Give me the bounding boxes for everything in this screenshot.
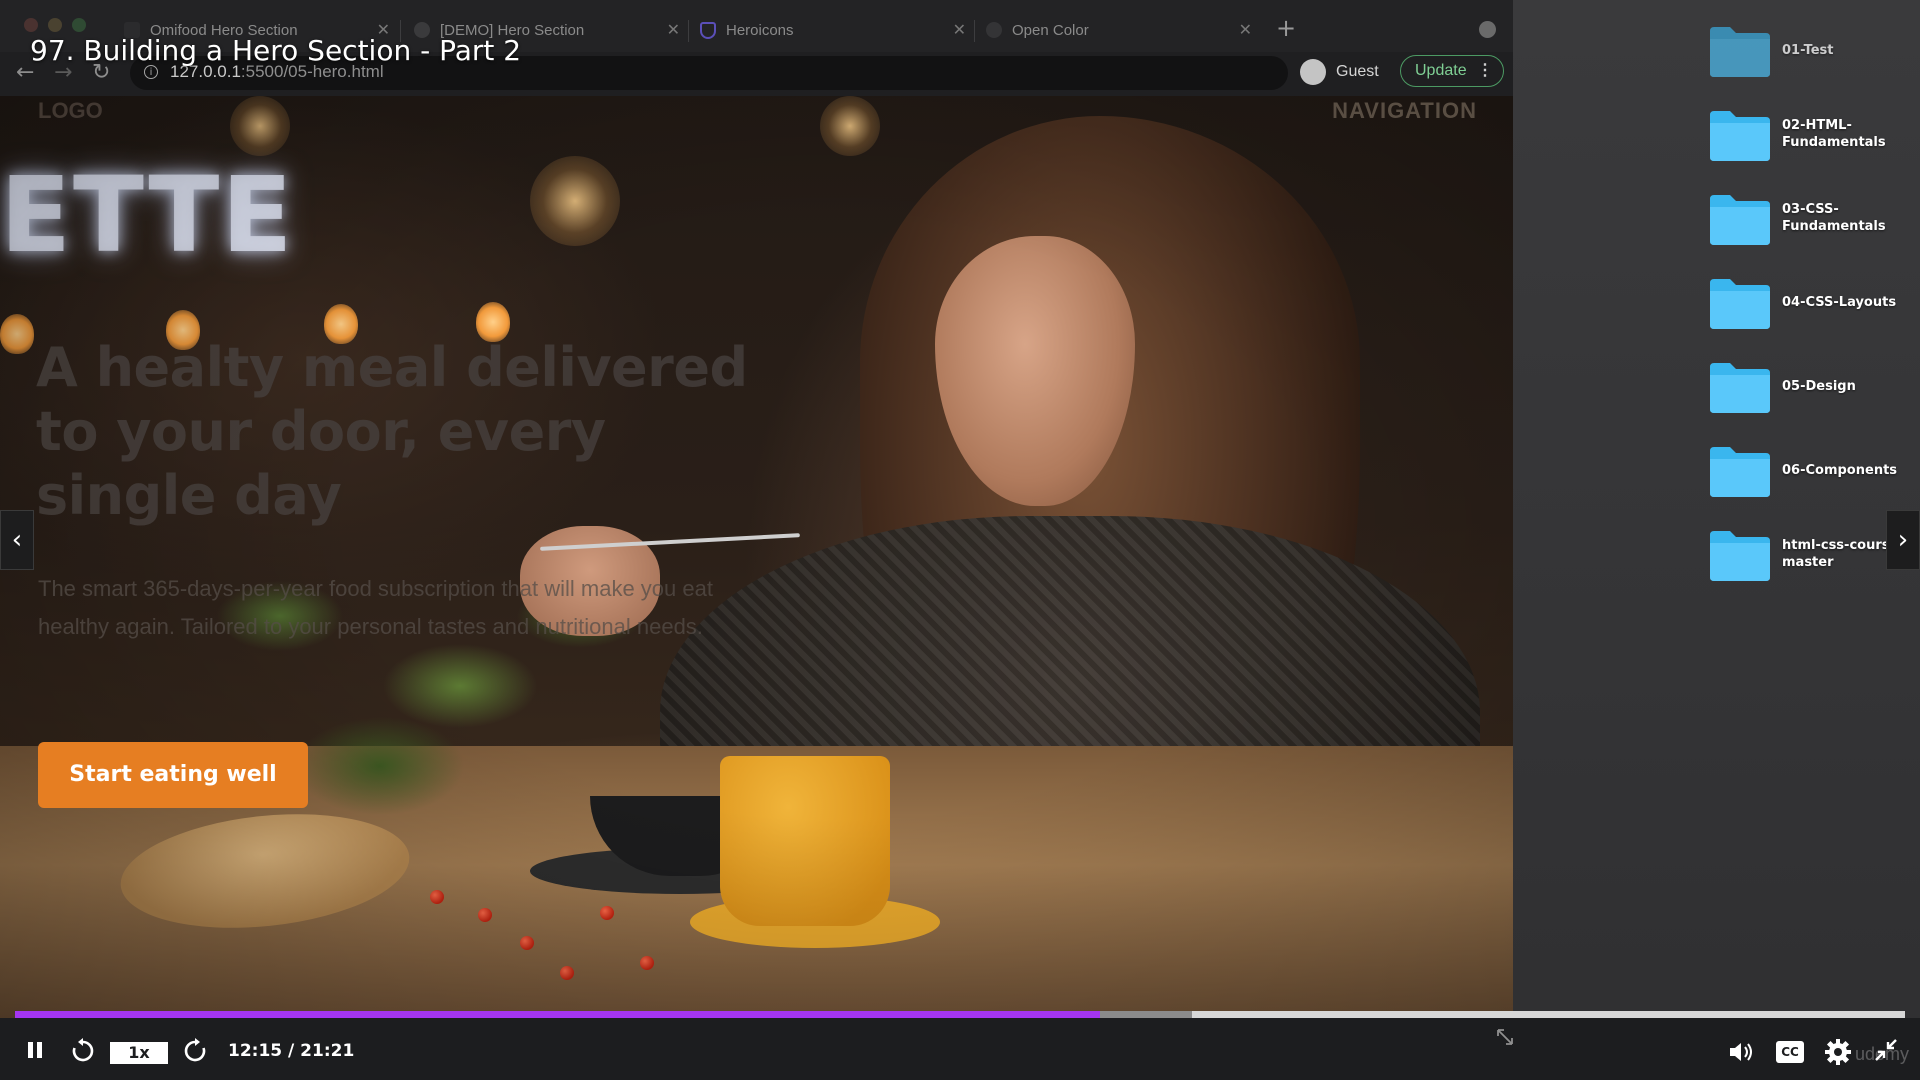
next-lecture-button[interactable]: › bbox=[1886, 510, 1920, 570]
folder-06-components[interactable]: 06-Components bbox=[1708, 440, 1920, 500]
folder-label: 05-Design bbox=[1782, 378, 1856, 394]
hero-description: The smart 365-days-per-year food subscri… bbox=[38, 576, 713, 639]
rewind-icon[interactable] bbox=[70, 1038, 96, 1064]
folder-icon bbox=[1710, 279, 1770, 329]
video-progress-bar[interactable] bbox=[15, 1011, 1905, 1018]
folder-icon bbox=[1710, 363, 1770, 413]
folder-label: 06-Components bbox=[1782, 462, 1898, 478]
folder-icon bbox=[1710, 531, 1770, 581]
chevron-right-icon: › bbox=[1897, 525, 1909, 555]
folder-label: 04-CSS-Layouts bbox=[1782, 294, 1897, 310]
folder-05-design[interactable]: 05-Design bbox=[1708, 356, 1920, 416]
folder-02-html-fundamentals[interactable]: 02-HTML-Fundamentals bbox=[1708, 104, 1920, 164]
pause-icon bbox=[28, 1042, 33, 1058]
folder-icon bbox=[1710, 27, 1770, 77]
tab-open-color[interactable]: Open Color ✕ bbox=[986, 12, 1252, 48]
tab-label: Open Color bbox=[1012, 21, 1089, 39]
previous-lecture-button[interactable]: ‹ bbox=[0, 510, 34, 570]
exit-fullscreen-icon[interactable] bbox=[1874, 1038, 1898, 1062]
heroicons-shield-icon bbox=[700, 21, 716, 39]
tab-search-icon[interactable] bbox=[1479, 21, 1496, 38]
tab-separator bbox=[688, 20, 689, 42]
tab-separator bbox=[974, 20, 975, 42]
close-tab-icon[interactable]: ✕ bbox=[953, 20, 966, 40]
folder-01-test[interactable]: 01-Test bbox=[1708, 20, 1920, 80]
site-info-icon[interactable]: i bbox=[144, 65, 158, 79]
minimize-window-icon[interactable] bbox=[48, 18, 62, 32]
page-logo[interactable]: LOGO bbox=[38, 98, 103, 124]
tab-label: Heroicons bbox=[726, 21, 794, 39]
time-display: 12:15 / 21:21 bbox=[228, 1041, 355, 1061]
folder-04-css-layouts[interactable]: 04-CSS-Layouts bbox=[1708, 272, 1920, 332]
page-navigation[interactable]: NAVIGATION bbox=[1332, 98, 1477, 124]
tab-heroicons[interactable]: Heroicons ✕ bbox=[700, 12, 966, 48]
start-eating-well-button[interactable]: Start eating well bbox=[38, 742, 308, 808]
update-button[interactable]: Update ⋮ bbox=[1400, 55, 1504, 87]
hero-section: ETTE LOGO NAVIGATION A healty meal deliv… bbox=[0, 96, 1513, 1044]
chevron-left-icon: ‹ bbox=[11, 525, 23, 555]
avatar-icon bbox=[1300, 59, 1326, 85]
close-window-icon[interactable] bbox=[24, 18, 38, 32]
browser-window: Omifood Hero Section ✕ [DEMO] Hero Secti… bbox=[0, 0, 1513, 1044]
gear-icon[interactable] bbox=[1824, 1038, 1852, 1066]
played-bar bbox=[15, 1011, 1100, 1018]
folder-03-css-fundamentals[interactable]: 03-CSS-Fundamentals bbox=[1708, 188, 1920, 248]
desktop-area: 01-Test 02-HTML-Fundamentals 03-CSS-Fund… bbox=[1513, 0, 1920, 1080]
folder-icon bbox=[1710, 195, 1770, 245]
volume-icon[interactable] bbox=[1728, 1040, 1754, 1064]
folder-icon bbox=[1710, 447, 1770, 497]
update-label: Update bbox=[1415, 62, 1467, 79]
player-controls: 1x 12:15 / 21:21 CC udemy bbox=[0, 1018, 1920, 1080]
close-tab-icon[interactable]: ✕ bbox=[1239, 20, 1252, 40]
captions-button[interactable]: CC bbox=[1776, 1041, 1804, 1063]
forward-icon[interactable] bbox=[182, 1038, 208, 1064]
folder-label: 01-Test bbox=[1782, 42, 1834, 58]
playback-speed-button[interactable]: 1x bbox=[110, 1042, 168, 1064]
profile-button[interactable]: Guest bbox=[1300, 59, 1379, 85]
close-tab-icon[interactable]: ✕ bbox=[667, 20, 680, 40]
hero-heading: A healty meal delivered to your door, ev… bbox=[36, 336, 748, 527]
kebab-menu-icon[interactable]: ⋮ bbox=[1477, 56, 1493, 85]
zoom-window-icon[interactable] bbox=[72, 18, 86, 32]
expand-icon[interactable] bbox=[1496, 1028, 1514, 1046]
pause-icon bbox=[37, 1042, 42, 1058]
plus-icon[interactable]: + bbox=[1276, 14, 1296, 42]
lecture-title: 97. Building a Hero Section - Part 2 bbox=[30, 34, 522, 67]
profile-label: Guest bbox=[1336, 63, 1379, 80]
folder-label: 02-HTML-Fundamentals bbox=[1782, 118, 1886, 150]
pause-button[interactable] bbox=[24, 1018, 48, 1080]
folder-icon bbox=[1710, 111, 1770, 161]
folder-label: 03-CSS-Fundamentals bbox=[1782, 202, 1886, 234]
open-color-favicon-icon bbox=[986, 22, 1002, 38]
